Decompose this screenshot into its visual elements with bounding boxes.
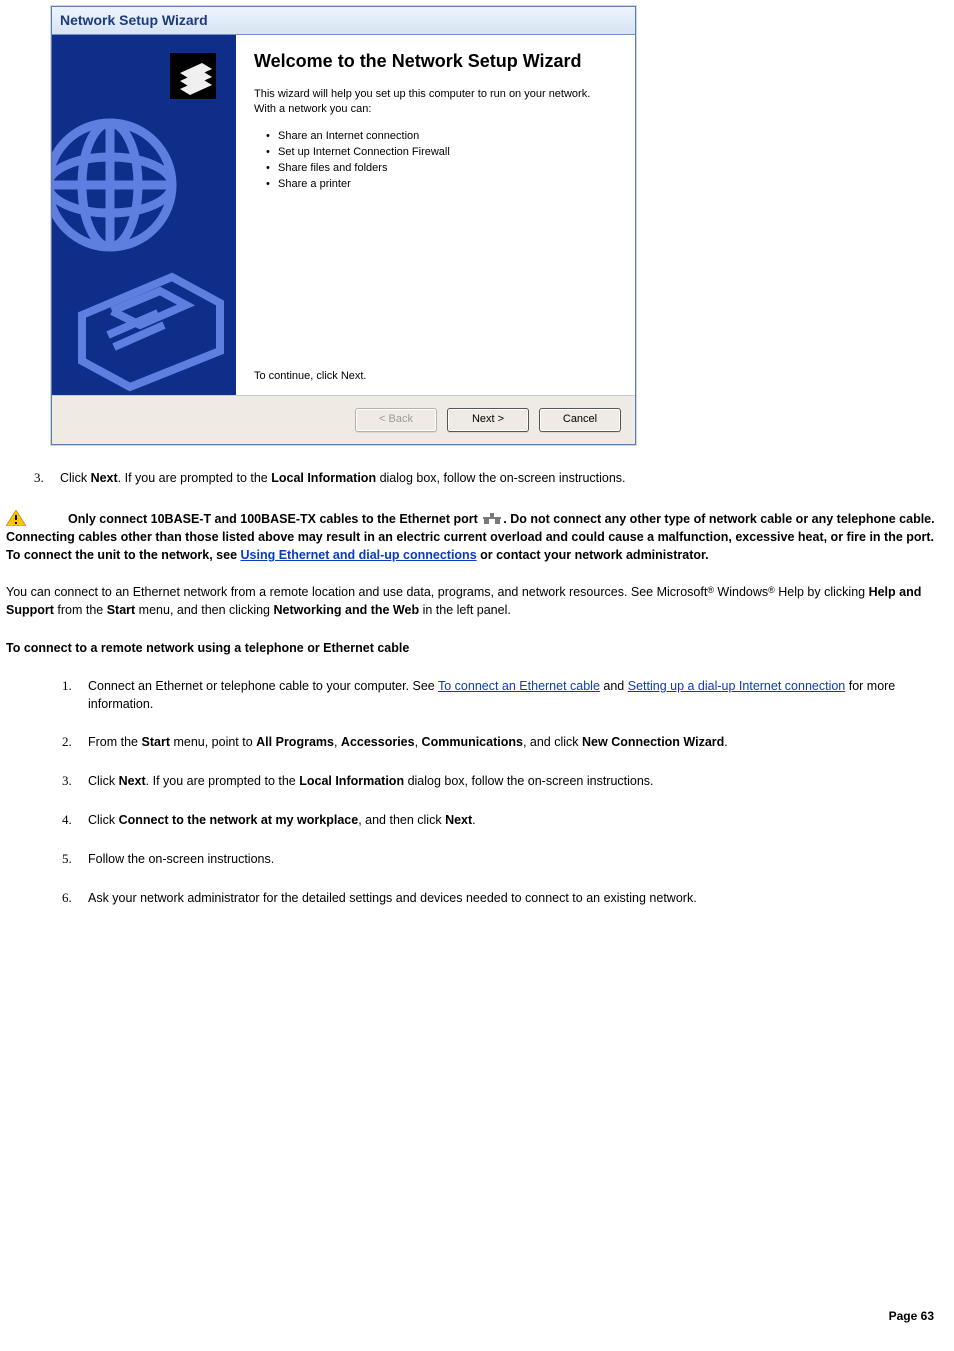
wizard-main-panel: Welcome to the Network Setup Wizard This… xyxy=(236,35,635,395)
dialup-setup-link[interactable]: Setting up a dial-up Internet connection xyxy=(628,679,846,693)
cancel-button[interactable]: Cancel xyxy=(539,408,621,432)
ethernet-dialup-link[interactable]: Using Ethernet and dial-up connections xyxy=(241,548,477,562)
ethernet-port-icon xyxy=(483,511,501,522)
wizard-title: Network Setup Wizard xyxy=(60,12,208,28)
wizard-button-row: < Back Next > Cancel xyxy=(52,396,635,444)
wizard-titlebar: Network Setup Wizard xyxy=(52,7,635,35)
network-setup-wizard-dialog: Network Setup Wizard xyxy=(51,6,636,445)
connect-ethernet-link[interactable]: To connect an Ethernet cable xyxy=(438,679,600,693)
wizard-heading: Welcome to the Network Setup Wizard xyxy=(254,51,613,73)
wizard-side-panel xyxy=(52,35,236,395)
wizard-feature-item: Set up Internet Connection Firewall xyxy=(266,145,613,161)
step-number: 3. xyxy=(34,469,52,488)
back-button: < Back xyxy=(355,408,437,432)
wizard-feature-list: Share an Internet connection Set up Inte… xyxy=(266,129,613,193)
step2-6: 6. Ask your network administrator for th… xyxy=(62,889,948,908)
wizard-body: Welcome to the Network Setup Wizard This… xyxy=(52,35,635,396)
step2-2: 2. From the Start menu, point to All Pro… xyxy=(62,733,948,752)
step-number: 4. xyxy=(62,811,80,830)
step2-5: 5. Follow the on-screen instructions. xyxy=(62,850,948,869)
step-text: Click Next. If you are prompted to the L… xyxy=(60,469,948,488)
remote-network-heading: To connect to a remote network using a t… xyxy=(6,639,948,657)
step-number: 1. xyxy=(62,677,80,713)
step-number: 6. xyxy=(62,889,80,908)
wizard-intro: This wizard will help you set up this co… xyxy=(254,87,613,117)
wizard-feature-item: Share an Internet connection xyxy=(266,129,613,145)
wizard-side-art xyxy=(52,35,236,395)
step-3: 3. Click Next. If you are prompted to th… xyxy=(34,469,948,488)
remote-network-steps: 1. Connect an Ethernet or telephone cabl… xyxy=(34,677,948,907)
step2-3: 3. Click Next. If you are prompted to th… xyxy=(62,772,948,791)
wizard-feature-item: Share files and folders xyxy=(266,161,613,177)
next-button[interactable]: Next > xyxy=(447,408,529,432)
warning-icon xyxy=(6,510,26,526)
step-number: 2. xyxy=(62,733,80,752)
wizard-feature-item: Share a printer xyxy=(266,177,613,193)
page-number: Page 63 xyxy=(889,1308,934,1325)
remote-connect-paragraph: You can connect to an Ethernet network f… xyxy=(6,583,948,619)
step-number: 3. xyxy=(62,772,80,791)
step2-1: 1. Connect an Ethernet or telephone cabl… xyxy=(62,677,948,713)
warning-block: Only connect 10BASE-T and 100BASE-TX cab… xyxy=(6,510,948,564)
wizard-continue-text: To continue, click Next. xyxy=(254,329,613,385)
step2-4: 4. Click Connect to the network at my wo… xyxy=(62,811,948,830)
step-number: 5. xyxy=(62,850,80,869)
